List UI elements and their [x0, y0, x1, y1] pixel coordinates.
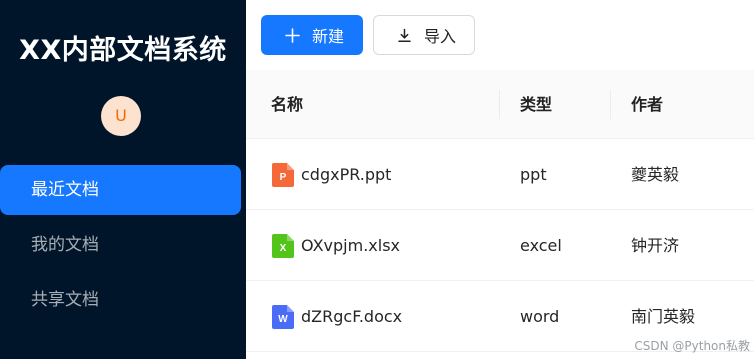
- excel-file-icon: X: [272, 234, 294, 258]
- new-document-button[interactable]: 新建: [261, 15, 363, 55]
- plus-icon: [283, 26, 301, 44]
- file-name[interactable]: dZRgcF.docx: [301, 281, 402, 352]
- file-type: ppt: [520, 165, 547, 184]
- file-type: word: [520, 307, 560, 326]
- new-document-label: 新建: [312, 27, 345, 46]
- sidebar-item-shared-docs[interactable]: 共享文档: [0, 275, 241, 325]
- sidebar: XX内部文档系统 U 最近文档 我的文档 共享文档: [0, 0, 246, 359]
- column-header-name[interactable]: 名称: [271, 70, 303, 139]
- svg-text:P: P: [280, 172, 287, 183]
- table-row[interactable]: X OXvpjm.xlsx excel 钟开济: [246, 210, 754, 281]
- table-row[interactable]: P cdgxPR.ppt ppt 夔英毅: [246, 139, 754, 210]
- column-divider: [499, 90, 500, 119]
- watermark: CSDN @Python私教: [634, 339, 750, 353]
- word-file-icon: W: [272, 305, 294, 329]
- sidebar-item-recent-docs[interactable]: 最近文档: [0, 165, 241, 215]
- svg-text:X: X: [280, 243, 287, 254]
- import-button[interactable]: 导入: [373, 15, 475, 55]
- column-header-author[interactable]: 作者: [631, 70, 663, 139]
- file-author: 夔英毅: [631, 165, 680, 184]
- download-icon: [395, 26, 413, 44]
- file-name[interactable]: cdgxPR.ppt: [301, 139, 391, 210]
- svg-text:W: W: [278, 314, 288, 325]
- toolbar: 新建 导入: [246, 0, 754, 70]
- column-divider: [610, 90, 611, 119]
- table-header: 名称 类型 作者: [246, 70, 754, 139]
- ppt-file-icon: P: [272, 163, 294, 187]
- app-title: XX内部文档系统: [19, 35, 227, 66]
- file-author: 钟开济: [631, 236, 680, 255]
- user-avatar[interactable]: U: [101, 96, 141, 136]
- sidebar-item-my-docs[interactable]: 我的文档: [0, 220, 241, 270]
- import-label: 导入: [424, 27, 457, 46]
- main-content: 新建 导入 名称 类型 作者 P cdgxPR.ppt ppt 夔英毅 X OX…: [246, 0, 754, 359]
- file-name[interactable]: OXvpjm.xlsx: [301, 210, 400, 281]
- file-type: excel: [520, 236, 562, 255]
- column-header-type[interactable]: 类型: [520, 70, 552, 139]
- documents-table: 名称 类型 作者 P cdgxPR.ppt ppt 夔英毅 X OXvpjm.x…: [246, 70, 754, 352]
